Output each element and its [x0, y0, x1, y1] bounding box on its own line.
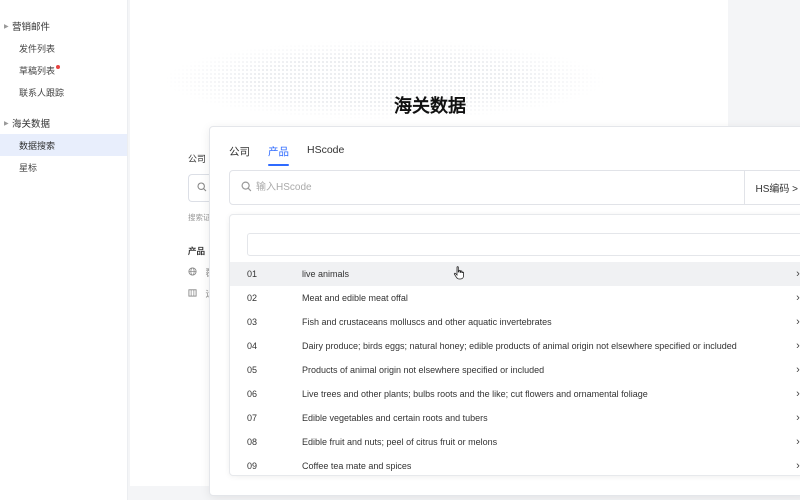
hscode-list-item[interactable]: 07 Edible vegetables and certain roots an… [230, 406, 800, 430]
sidebar-item-sent-list[interactable]: 发件列表 [0, 37, 127, 59]
search-hint: 搜索证 [188, 213, 211, 222]
sidebar-group-label: 海关数据 [12, 119, 51, 130]
hscode-description: Edible vegetables and certain roots and … [302, 413, 488, 423]
hscode-description: Fish and crustaceans molluscs and other … [302, 317, 552, 327]
sidebar: ▶ 营销邮件 发件列表 草稿列表 联系人跟踪 ▶ 海关数据 数据搜索 星标 [0, 0, 128, 500]
tab-product[interactable]: 产品 [268, 144, 289, 166]
sidebar-item-contact-tracking[interactable]: 联系人跟踪 [0, 81, 127, 103]
chevron-right-icon: › [796, 388, 800, 400]
hscode-code: 06 [247, 389, 258, 399]
building-icon [188, 289, 200, 299]
hscode-search-input[interactable] [256, 171, 745, 204]
sidebar-item-drafts[interactable]: 草稿列表 [0, 59, 127, 81]
sidebar-item-label: 联系人跟踪 [19, 87, 65, 98]
product-section-title: 产品 [188, 246, 206, 256]
hscode-code: 03 [247, 317, 258, 327]
sidebar-item-label: 星标 [19, 162, 38, 173]
hscode-description: Edible fruit and nuts; peel of citrus fr… [302, 437, 498, 447]
hscode-code: 08 [247, 437, 258, 447]
hscode-code: 09 [247, 461, 258, 471]
search-icon [197, 181, 207, 195]
hand-cursor-icon [453, 266, 464, 280]
hscode-description: Products of animal origin not elsewhere … [302, 365, 545, 375]
page-title: 海关数据 [394, 96, 466, 116]
hscode-description: Coffee tea mate and spices [302, 461, 412, 471]
sidebar-item-label: 发件列表 [19, 43, 56, 54]
hscode-description: Meat and edible meat offal [302, 293, 408, 303]
hscode-search-panel: 公司 产品 HScode HS编码 > 01 live animals › 02 Mea… [209, 126, 800, 496]
chevron-right-icon: › [796, 316, 800, 328]
caret-right-icon: ▶ [4, 23, 9, 30]
chevron-right-icon: › [796, 292, 800, 304]
hscode-code: 05 [247, 365, 258, 375]
hscode-list-item[interactable]: 01 live animals › [230, 262, 800, 286]
hs-code-dropdown-button[interactable]: HS编码 > [744, 171, 800, 204]
sidebar-item-data-search[interactable]: 数据搜索 [0, 134, 127, 156]
caret-right-icon: ▶ [4, 120, 9, 127]
chevron-right-icon: › [796, 268, 800, 280]
company-label: 公司 [188, 154, 207, 164]
dropdown-filter-input[interactable] [247, 233, 800, 256]
hscode-list-item[interactable]: 09 Coffee tea mate and spices › [230, 454, 800, 475]
hscode-description: Dairy produce; birds eggs; natural honey… [302, 341, 737, 351]
hscode-list-item[interactable]: 03 Fish and crustaceans molluscs and othe… [230, 310, 800, 334]
sidebar-group-label: 营销邮件 [12, 22, 51, 33]
globe-icon [188, 267, 200, 278]
hscode-list-item[interactable]: 08 Edible fruit and nuts; peel of citrus … [230, 430, 800, 454]
sidebar-item-label: 草稿列表 [19, 65, 56, 76]
hscode-code: 04 [247, 341, 258, 351]
notification-dot [56, 65, 61, 69]
chevron-right-icon: › [796, 436, 800, 448]
hscode-list-item[interactable]: 05 Products of animal origin not elsewher… [230, 358, 800, 382]
hscode-search-box: HS编码 > [229, 170, 800, 205]
search-icon [230, 180, 256, 195]
tab-hscode[interactable]: HScode [307, 144, 344, 164]
sidebar-group-customs-data[interactable]: ▶ 海关数据 [0, 112, 128, 134]
chevron-right-icon: › [796, 412, 800, 424]
hscode-code: 01 [247, 269, 258, 279]
search-tabs: 公司 产品 HScode [229, 144, 362, 166]
hscode-code: 02 [247, 293, 258, 303]
sidebar-item-starred[interactable]: 星标 [0, 156, 127, 178]
hscode-list-item[interactable]: 04 Dairy produce; birds eggs; natural hon… [230, 334, 800, 358]
hscode-list-item[interactable]: 02 Meat and edible meat offal › [230, 286, 800, 310]
chevron-right-icon: › [796, 364, 800, 376]
sidebar-group-marketing-email[interactable]: ▶ 营销邮件 [0, 15, 128, 37]
hscode-code: 07 [247, 413, 258, 423]
hscode-list-item[interactable]: 06 Live trees and other plants; bulbs roo… [230, 382, 800, 406]
tab-company[interactable]: 公司 [229, 144, 250, 164]
sidebar-item-label: 数据搜索 [19, 140, 56, 151]
hscode-description: live animals [302, 269, 350, 279]
chevron-right-icon: › [796, 460, 800, 472]
hscode-dropdown-list: 01 live animals › 02 Meat and edible meat of… [229, 214, 800, 476]
chevron-right-icon: › [796, 340, 800, 352]
hscode-description: Live trees and other plants; bulbs roots… [302, 389, 648, 399]
